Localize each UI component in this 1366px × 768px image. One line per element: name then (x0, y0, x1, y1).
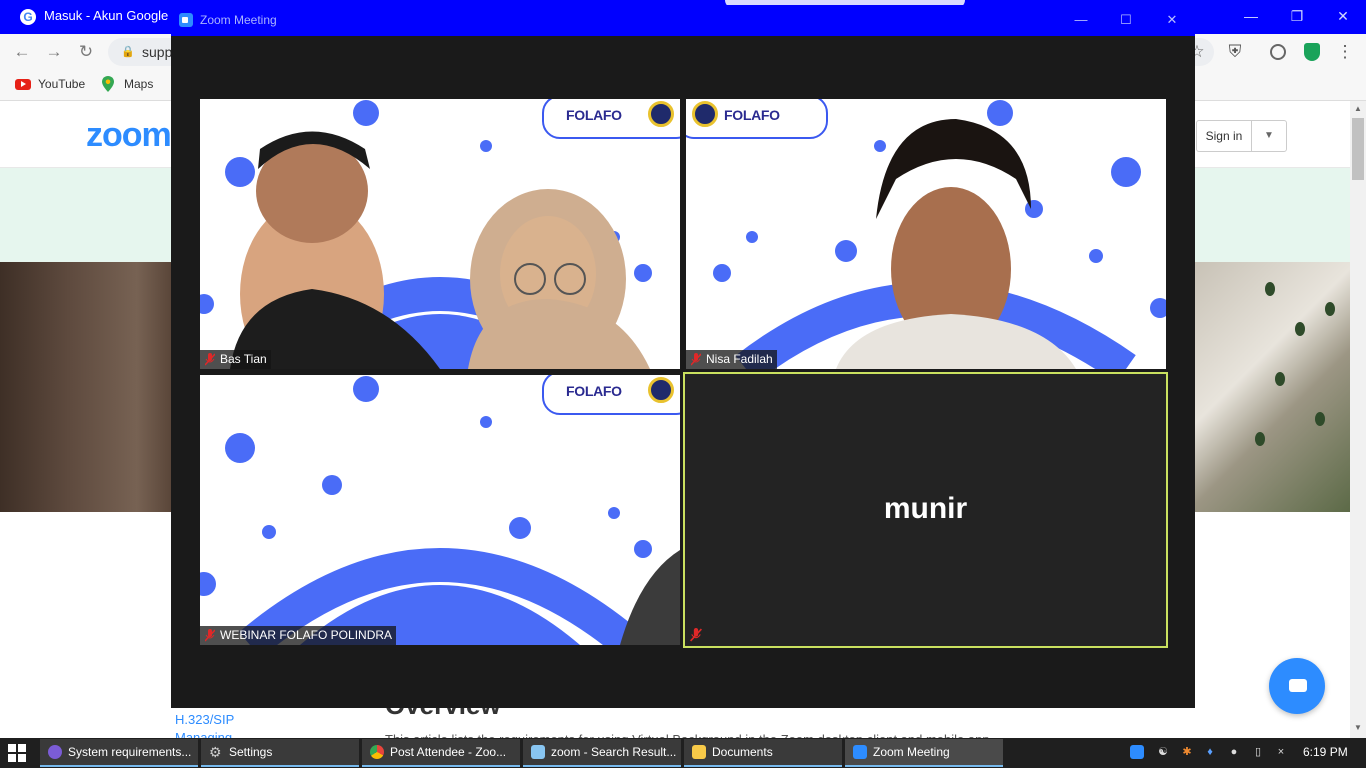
security-extension-icon[interactable] (1304, 43, 1320, 61)
reload-icon[interactable]: ↻ (77, 43, 95, 61)
participant-name-tag: Nisa Fadilah (686, 350, 777, 369)
zoom-tray-icon[interactable] (1130, 745, 1144, 759)
participant-name: Nisa Fadilah (706, 352, 773, 366)
document-icon (531, 745, 545, 759)
folafo-badge: FOLAFO (542, 99, 680, 139)
back-arrow-icon[interactable]: ← (13, 43, 31, 61)
sign-in-button[interactable]: Sign in (1196, 120, 1252, 152)
video-tile-bas-tian[interactable]: FOLAFO Bas Tian (200, 99, 680, 369)
zoom-logo[interactable]: zoom (86, 116, 172, 155)
taskbar-item-chrome[interactable]: Post Attendee - Zoo... (362, 739, 520, 767)
youtube-icon[interactable] (15, 79, 31, 90)
browser-icon (48, 745, 62, 759)
taskbar-item-settings[interactable]: ⚙ Settings (201, 739, 359, 767)
participant-name: munir (883, 492, 968, 525)
gear-logo-icon (648, 101, 674, 127)
browser-minimize-icon[interactable]: — (1240, 6, 1262, 26)
browser-tab-title[interactable]: Masuk - Akun Google (44, 8, 168, 23)
maps-icon[interactable] (101, 76, 115, 92)
mic-muted-icon (691, 353, 701, 366)
page-scrollbar[interactable] (1350, 101, 1366, 738)
lock-icon[interactable]: 🔒 (121, 45, 135, 58)
hero-photo-right (1195, 262, 1350, 512)
folafo-badge: FOLAFO (686, 99, 828, 139)
address-bar-url[interactable]: supp (142, 44, 172, 60)
zoom-icon (853, 745, 867, 759)
profile-icon[interactable] (1270, 44, 1286, 60)
zoom-titlebar (171, 5, 1195, 36)
network-icon[interactable]: ☯ (1156, 745, 1170, 759)
taskbar-item-browser[interactable]: System requirements... (40, 739, 198, 767)
battery-icon[interactable]: ▯ (1251, 745, 1265, 759)
taskbar-item-documents[interactable]: Documents (684, 739, 842, 767)
folafo-badge-text: FOLAFO (724, 107, 780, 123)
google-favicon-icon: G (20, 9, 36, 25)
browser-restore-icon[interactable]: ❐ (1286, 6, 1308, 26)
gear-logo-icon (692, 101, 718, 127)
zoom-close-icon[interactable]: ✕ (1162, 11, 1182, 29)
video-tile-webinar[interactable]: FOLAFO WEBINAR FOLAFO POLINDRA (200, 375, 680, 645)
zoom-window-title: Zoom Meeting (200, 13, 277, 27)
hero-photo-left (0, 262, 171, 512)
folder-icon (692, 745, 706, 759)
video-tile-nisa-fadilah[interactable]: FOLAFO Nisa Fadilah (686, 99, 1166, 369)
avast-icon[interactable]: ✱ (1180, 745, 1194, 759)
mic-muted-icon (205, 353, 215, 366)
folafo-badge-text: FOLAFO (566, 107, 622, 123)
zoom-minimize-icon[interactable]: — (1071, 11, 1091, 29)
mic-muted-icon (205, 629, 215, 642)
volume-muted-icon[interactable]: × (1274, 745, 1288, 759)
participant-name-tag: WEBINAR FOLAFO POLINDRA (200, 626, 397, 645)
virtual-background (686, 99, 1166, 369)
video-tile-munir[interactable]: munir (683, 372, 1168, 648)
scrollbar-thumb[interactable] (1352, 118, 1364, 180)
participant-name: Bas Tian (220, 352, 267, 366)
virtual-background (200, 375, 680, 645)
browser-menu-icon[interactable]: ⋮ (1336, 43, 1354, 61)
zoom-app-icon (179, 13, 193, 27)
bookmark-youtube[interactable]: YouTube (38, 77, 85, 91)
bluetooth-icon[interactable]: ♦ (1203, 745, 1217, 759)
folafo-badge: FOLAFO (542, 375, 680, 415)
chrome-icon (370, 745, 384, 759)
taskbar-item-zoom[interactable]: Zoom Meeting (845, 739, 1003, 767)
windows-start-icon[interactable] (8, 744, 26, 762)
chevron-down-icon[interactable]: ▼ (1251, 120, 1287, 152)
zoom-maximize-icon[interactable]: ☐ (1116, 11, 1136, 29)
gear-icon: ⚙ (209, 744, 222, 760)
bookmark-maps[interactable]: Maps (124, 77, 153, 91)
forward-arrow-icon[interactable]: → (45, 43, 63, 61)
microphone-icon[interactable]: ● (1227, 745, 1241, 759)
folafo-badge-text: FOLAFO (566, 383, 622, 399)
chat-icon (1289, 679, 1307, 692)
gear-logo-icon (648, 377, 674, 403)
virtual-background (200, 99, 680, 369)
extension-shield-icon[interactable]: ⛨ (1226, 43, 1244, 61)
scroll-down-icon[interactable]: ▼ (1350, 720, 1366, 736)
scroll-up-icon[interactable]: ▲ (1350, 101, 1366, 117)
taskbar-item-search[interactable]: zoom - Search Result... (523, 739, 681, 767)
sidebar-link-h323[interactable]: H.323/SIP (175, 712, 234, 727)
participant-name-tag: Bas Tian (200, 350, 271, 369)
taskbar-clock[interactable]: 6:19 PM (1303, 745, 1348, 759)
browser-close-icon[interactable]: ✕ (1332, 6, 1354, 26)
mic-muted-icon (690, 628, 702, 642)
participant-name: WEBINAR FOLAFO POLINDRA (220, 628, 393, 642)
